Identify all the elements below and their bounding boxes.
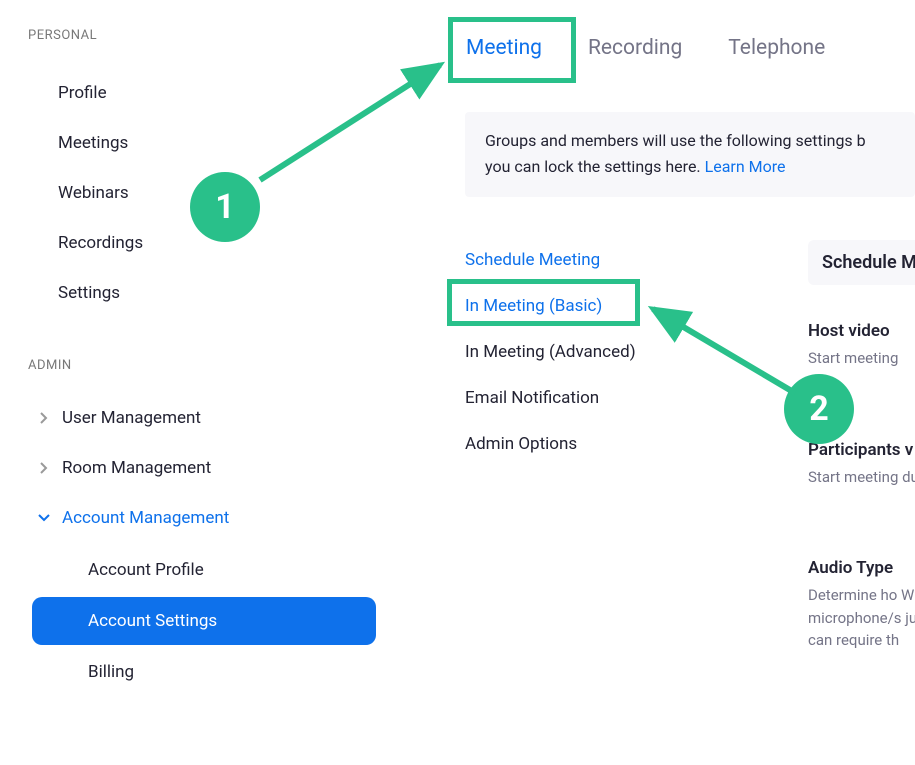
tabs: Meeting Recording Telephone bbox=[440, 0, 915, 68]
info-text-line1: Groups and members will use the followin… bbox=[485, 131, 866, 150]
tab-meeting[interactable]: Meeting bbox=[466, 36, 542, 68]
sidebar-item-label: Room Management bbox=[62, 458, 211, 478]
chevron-right-icon bbox=[38, 412, 50, 424]
sidebar-item-meetings[interactable]: Meetings bbox=[0, 118, 400, 168]
learn-more-link[interactable]: Learn More bbox=[705, 157, 786, 176]
personal-section-label: PERSONAL bbox=[0, 28, 400, 43]
sidebar-item-recordings[interactable]: Recordings bbox=[0, 218, 400, 268]
sidebar-item-user-management[interactable]: User Management bbox=[0, 393, 400, 443]
chevron-right-icon bbox=[38, 462, 50, 474]
setting-audio-type-desc: Determine ho When joining microphone/s j… bbox=[808, 584, 915, 652]
setting-audio-type-title: Audio Type bbox=[808, 558, 915, 578]
setting-participants-title: Participants v bbox=[808, 440, 915, 460]
right-settings-column: Schedule Me Host video Start meeting Par… bbox=[808, 240, 915, 692]
sidebar-subitem-account-profile[interactable]: Account Profile bbox=[32, 546, 376, 594]
sidebar: PERSONAL Profile Meetings Webinars Recor… bbox=[0, 0, 400, 765]
sidebar-item-account-management[interactable]: Account Management bbox=[0, 493, 400, 543]
sidebar-item-profile[interactable]: Profile bbox=[0, 68, 400, 118]
tab-telephone[interactable]: Telephone bbox=[728, 36, 825, 68]
schedule-meeting-heading: Schedule Me bbox=[808, 240, 915, 285]
tab-recording[interactable]: Recording bbox=[588, 36, 682, 68]
info-banner: Groups and members will use the followin… bbox=[465, 112, 915, 197]
sidebar-subitem-account-settings[interactable]: Account Settings bbox=[32, 597, 376, 645]
admin-section-label: ADMIN bbox=[0, 358, 400, 373]
sidebar-item-webinars[interactable]: Webinars bbox=[0, 168, 400, 218]
sidebar-item-room-management[interactable]: Room Management bbox=[0, 443, 400, 493]
sidebar-item-settings[interactable]: Settings bbox=[0, 268, 400, 318]
setting-host-video-desc: Start meeting bbox=[808, 347, 915, 370]
sidebar-item-label: User Management bbox=[62, 408, 201, 428]
sidebar-subitem-billing[interactable]: Billing bbox=[32, 648, 376, 696]
setting-host-video-title: Host video bbox=[808, 321, 915, 341]
chevron-down-icon bbox=[38, 512, 50, 524]
sidebar-item-label: Account Management bbox=[62, 508, 229, 528]
setting-participants-desc: Start meeting during the me bbox=[808, 466, 915, 489]
info-text-line2: you can lock the settings here. bbox=[485, 157, 705, 176]
